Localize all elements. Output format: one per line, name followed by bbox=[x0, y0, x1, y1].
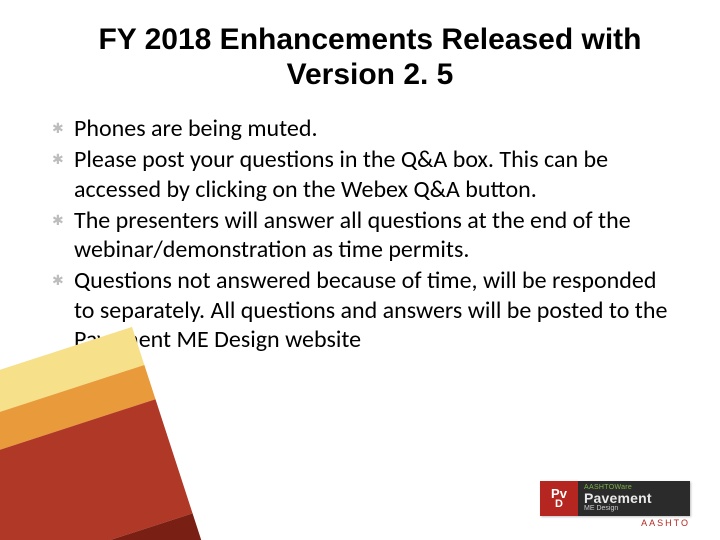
slide: FY 2018 Enhancements Released with Versi… bbox=[0, 0, 720, 540]
slide-title: FY 2018 Enhancements Released with Versi… bbox=[70, 22, 670, 93]
logo-text-block: AASHTOWare Pavement ME Design bbox=[578, 481, 690, 516]
logo-footer-brand: AASHTO bbox=[540, 518, 690, 528]
list-item: ✱ The presenters will answer all questio… bbox=[52, 206, 668, 265]
logo-red-block: Pv D bbox=[540, 481, 578, 516]
asterisk-icon: ✱ bbox=[52, 272, 64, 289]
asterisk-icon: ✱ bbox=[52, 120, 64, 137]
bullet-text: The presenters will answer all questions… bbox=[74, 206, 631, 264]
asterisk-icon: ✱ bbox=[52, 212, 64, 229]
logo-brand-main: Pavement bbox=[584, 490, 684, 506]
list-item: ✱ Questions not answered because of time… bbox=[52, 266, 668, 354]
corner-decoration bbox=[0, 327, 212, 540]
list-item: ✱ Please post your questions in the Q&A … bbox=[52, 145, 668, 204]
title-line-1: FY 2018 Enhancements Released with bbox=[98, 23, 641, 56]
asterisk-icon: ✱ bbox=[52, 151, 64, 168]
logo-d-abbrev: D bbox=[555, 499, 563, 510]
list-item: ✱ Phones are being muted. bbox=[52, 114, 668, 143]
bullet-text: Questions not answered because of time, … bbox=[74, 266, 667, 354]
bullet-list: ✱ Phones are being muted. ✱ Please post … bbox=[52, 114, 668, 354]
bullet-text: Please post your questions in the Q&A bo… bbox=[74, 145, 608, 203]
logo-badge: Pv D AASHTOWare Pavement ME Design bbox=[540, 481, 690, 516]
pavement-me-logo: Pv D AASHTOWare Pavement ME Design AASHT… bbox=[540, 481, 690, 528]
logo-brand-sub: ME Design bbox=[584, 505, 684, 512]
slide-body: ✱ Phones are being muted. ✱ Please post … bbox=[52, 114, 668, 356]
bullet-text: Phones are being muted. bbox=[74, 114, 318, 143]
title-line-2: Version 2. 5 bbox=[287, 58, 454, 91]
